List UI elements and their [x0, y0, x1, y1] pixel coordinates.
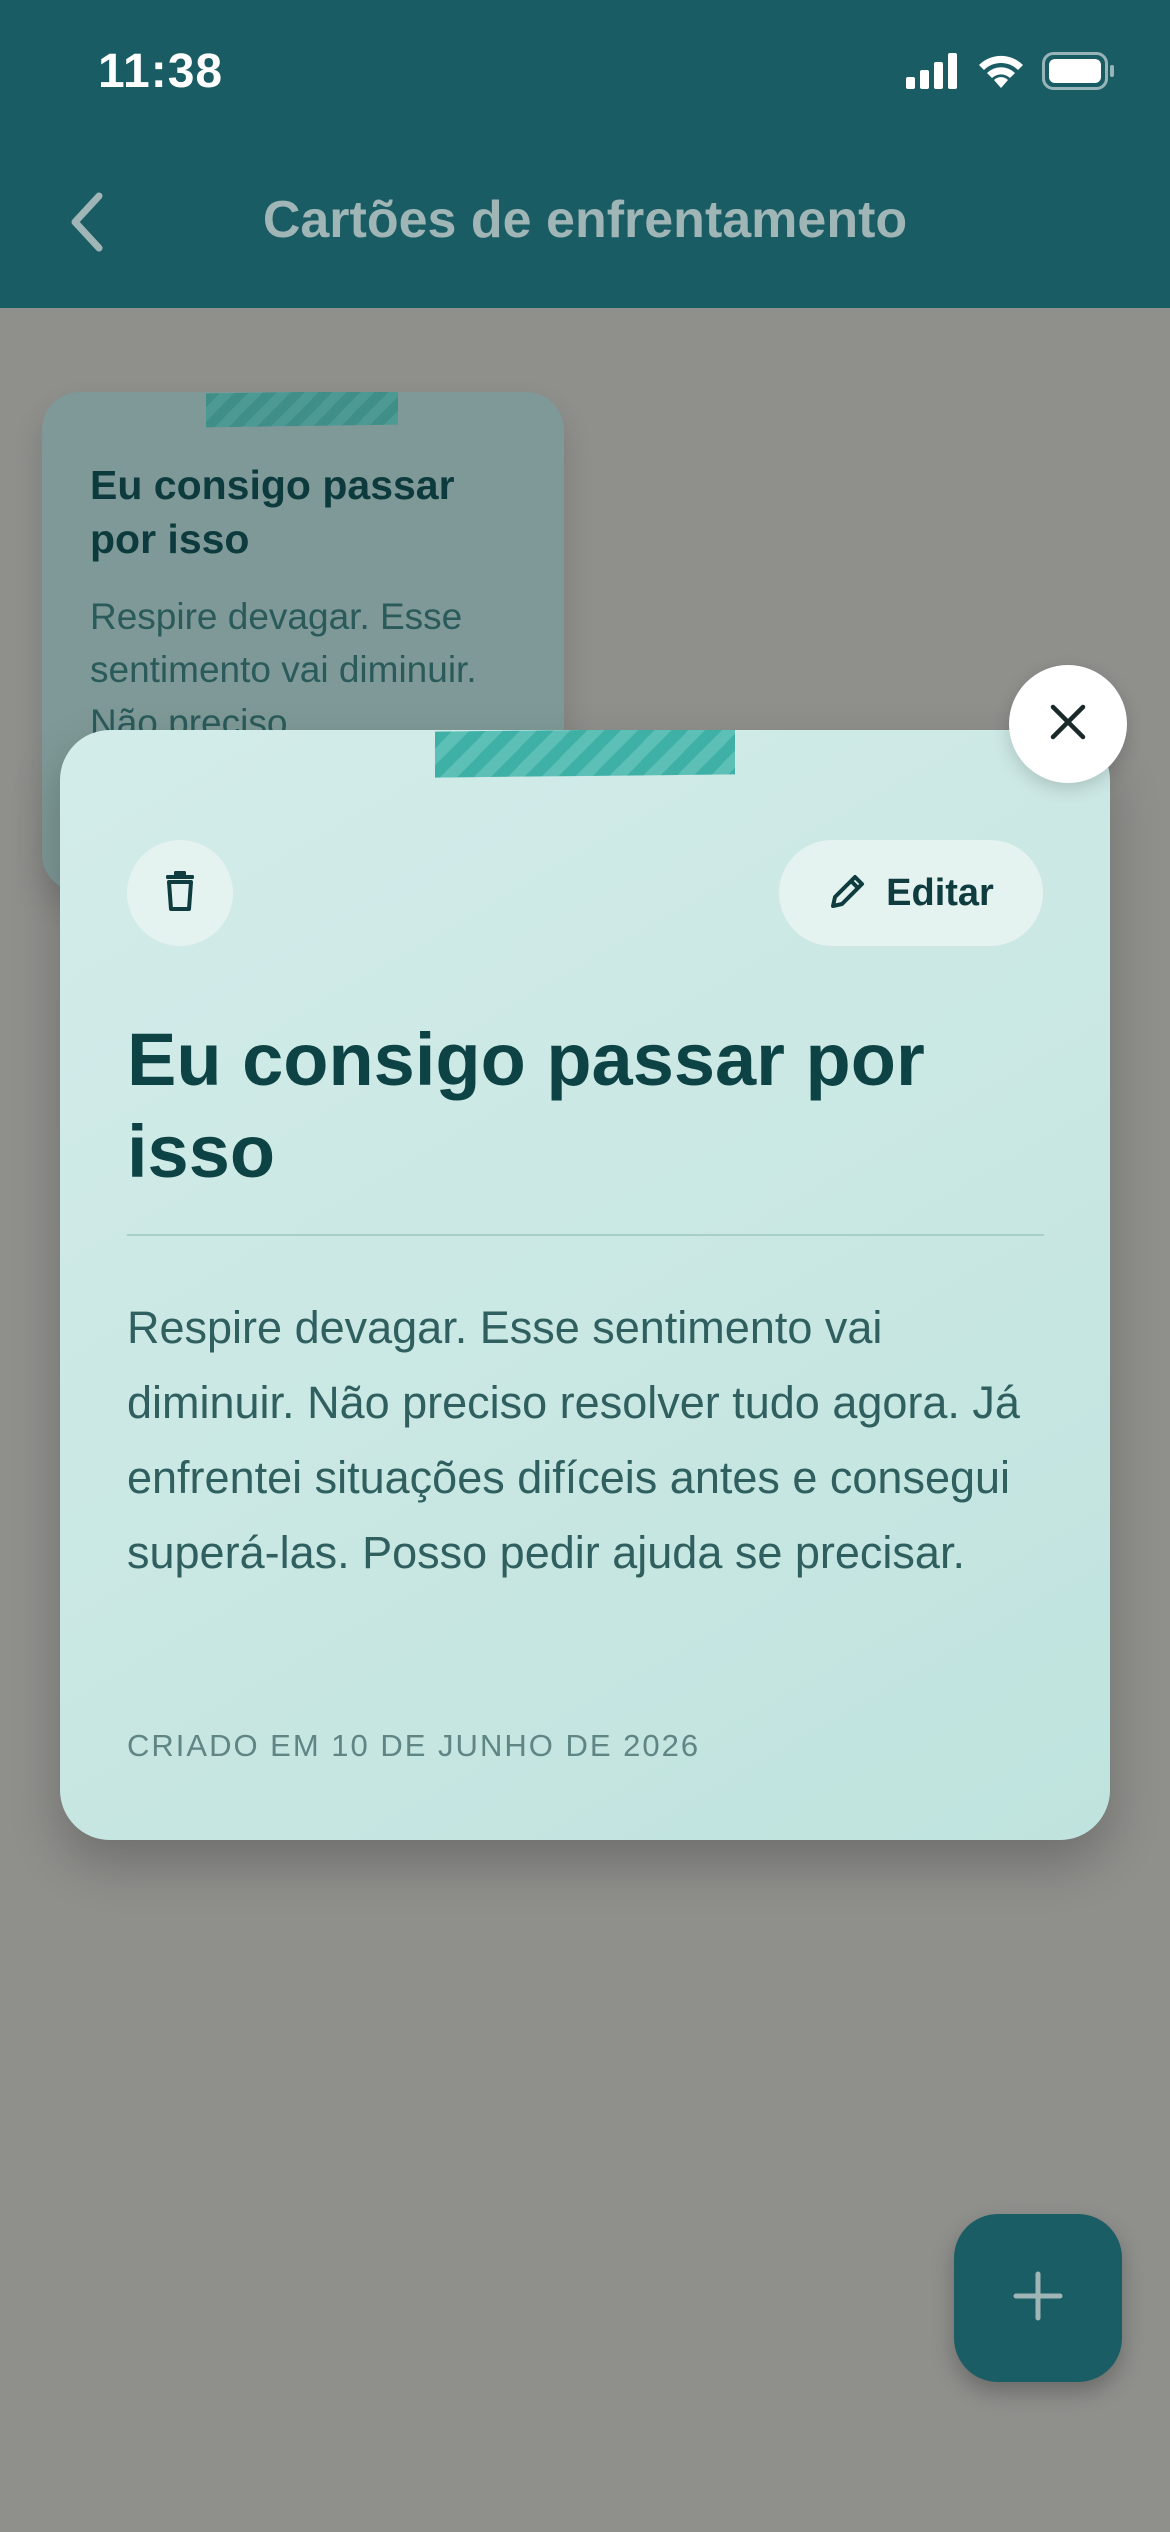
card-detail-modal: Editar Eu consigo passar por isso Respir… — [60, 730, 1110, 1840]
status-time: 11:38 — [98, 45, 224, 98]
divider — [127, 1234, 1044, 1236]
created-date: CRIADO EM 10 DE JUNHO DE 2026 — [127, 1728, 701, 1763]
card-body: Respire devagar. Esse sentimento vai dim… — [127, 1302, 1020, 1578]
close-button[interactable] — [1009, 665, 1127, 783]
wifi-icon — [976, 52, 1026, 95]
battery-icon — [1042, 52, 1116, 95]
edit-label: Editar — [886, 871, 994, 914]
edit-button[interactable]: Editar — [779, 840, 1043, 946]
pencil-icon — [828, 871, 868, 916]
card-preview: Respire devagar. Esse sentimento vai dim… — [90, 596, 477, 743]
card-title: Eu consigo passar por isso — [127, 1018, 925, 1193]
app-header: 11:38 Cartões de enfrentamento — [0, 0, 1170, 308]
page-title: Cartões de enfrentamento — [262, 191, 908, 249]
trash-icon — [162, 870, 198, 917]
card-tape — [206, 392, 398, 428]
add-card-button[interactable] — [954, 2214, 1122, 2382]
card-title: Eu consigo passar por isso — [90, 462, 455, 562]
close-icon — [1048, 702, 1088, 747]
delete-button[interactable] — [127, 840, 233, 946]
plus-icon — [1010, 2268, 1066, 2329]
status-icons — [906, 52, 1116, 95]
cellular-signal-icon — [906, 53, 960, 94]
card-tape — [435, 730, 735, 778]
